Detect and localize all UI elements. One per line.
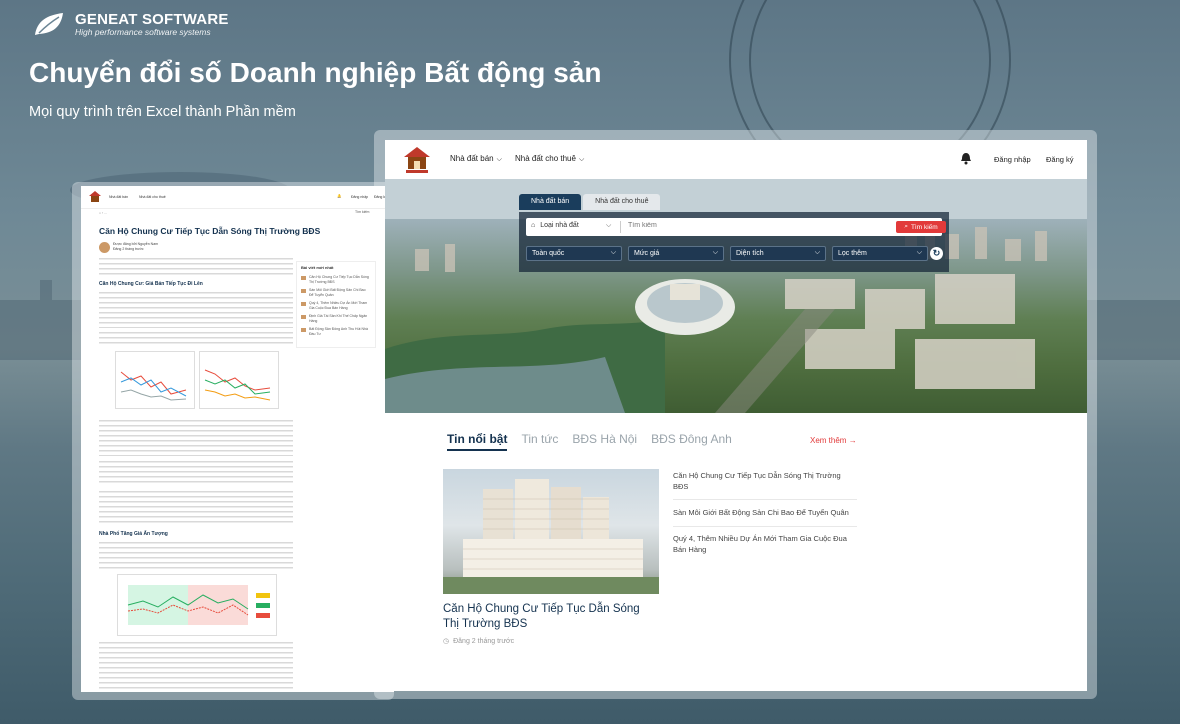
- search-tabs: Nhà đất bán Nhà đất cho thuê: [519, 194, 661, 210]
- home-icon: ⌂: [531, 222, 536, 229]
- latest-post-item[interactable]: Quý 4, Thêm Nhiều Dự Án Mới Tham Gia Cuộ…: [297, 299, 375, 312]
- latest-post-item[interactable]: Căn Hộ Chung Cư Tiếp Tục Dẫn Sóng Thị Tr…: [297, 273, 375, 286]
- brand-name: GENEAT SOFTWARE: [75, 10, 229, 28]
- latest-posts-panel: Bài viết mới nhất Căn Hộ Chung Cư Tiếp T…: [296, 261, 376, 348]
- chevron-down-icon: ⌵: [814, 249, 820, 256]
- article-screen: Nhà đất bán Nhà đất cho thuê 🔔 Đăng nhập…: [81, 186, 394, 692]
- article-chart-image: [115, 351, 195, 409]
- site-logo-icon: [89, 191, 101, 202]
- article-search-link[interactable]: Tìm kiếm: [355, 210, 369, 214]
- hero-title: Chuyển đổi số Doanh nghiệp Bất động sản: [29, 57, 602, 88]
- article-paragraph: [99, 292, 293, 328]
- side-news-item[interactable]: Sàn Môi Giới Bất Động Sản Chi Bao Để Tuy…: [673, 508, 857, 527]
- featured-news-image[interactable]: [443, 469, 659, 594]
- nav-rent-label: Nhà đất cho thuê: [515, 154, 576, 163]
- area-chart-thumbnail: [127, 585, 270, 625]
- search-button-label: Tìm kiếm: [910, 223, 938, 231]
- side-news-item[interactable]: Căn Hộ Chung Cư Tiếp Tục Dẫn Sóng Thị Tr…: [673, 471, 857, 500]
- filter-price-label: Mức giá: [634, 250, 660, 257]
- signup-link[interactable]: Đăng ký: [1046, 155, 1074, 164]
- latest-post-item[interactable]: Định Giá Tài Sản Khi Thế Chấp Ngân Hàng: [297, 312, 375, 325]
- property-type-label: Loại nhà đất: [540, 222, 579, 229]
- bell-icon[interactable]: 🔔: [337, 194, 341, 198]
- chevron-down-icon: ⌵: [916, 249, 922, 256]
- filter-price[interactable]: Mức giá ⌵: [628, 246, 724, 261]
- chevron-down-icon: ⌵: [578, 156, 585, 163]
- tab-rent[interactable]: Nhà đất cho thuê: [583, 194, 661, 210]
- article-paragraph: [99, 491, 293, 523]
- filter-location-label: Toàn quốc: [532, 250, 565, 257]
- featured-news-title[interactable]: Căn Hộ Chung Cư Tiếp Tục Dẫn Sóng Thị Tr…: [443, 602, 653, 632]
- article-login-link[interactable]: Đăng nhập: [351, 195, 368, 199]
- article-nav-sale[interactable]: Nhà đất bán: [109, 195, 128, 199]
- nav-sale-label: Nhà đất bán: [450, 154, 494, 163]
- tab-donganh[interactable]: BĐS Đông Anh: [651, 432, 732, 451]
- latest-post-item[interactable]: Sàn Môi Giới Bất Động Sản Chi Bao Để Tuy…: [297, 286, 375, 299]
- divider: [620, 221, 621, 233]
- article-paragraph: [99, 542, 293, 570]
- filter-more-label: Lọc thêm: [838, 250, 867, 257]
- chevron-down-icon: ⌵: [496, 156, 502, 163]
- homepage-screen: Nhà đất bán ⌵ Nhà đất cho thuê ⌵ Đăng nhập…: [385, 140, 1087, 691]
- search-icon: ⌕: [904, 223, 908, 230]
- featured-time-label: Đăng 2 tháng trước: [453, 637, 515, 645]
- clock-icon: ◷: [443, 638, 450, 645]
- tab-featured[interactable]: Tin nổi bật: [447, 432, 508, 451]
- featured-news-time: ◷ Đăng 2 tháng trước: [443, 637, 515, 646]
- house-logo-icon[interactable]: [402, 145, 432, 175]
- article-paragraph: [99, 642, 293, 690]
- article-heading-1: Căn Hộ Chung Cư: Giá Bán Tiếp Tục Đi Lên: [99, 281, 203, 287]
- article-chart-image: [117, 574, 277, 636]
- article-paragraph: [99, 420, 293, 456]
- article-nav-rent[interactable]: Nhà đất cho thuê: [139, 195, 166, 199]
- chevron-down-icon: ⌵: [712, 249, 718, 256]
- posted-time: Đăng 2 tháng trước: [113, 247, 144, 251]
- author-avatar: [99, 242, 110, 253]
- article-heading-2: Nhà Phố Tăng Giá Ấn Tượng: [99, 531, 168, 537]
- breadcrumb: ⌂ › …: [99, 211, 108, 215]
- search-input[interactable]: [628, 222, 888, 229]
- latest-post-item[interactable]: Bất Động Sản Đông Anh Thu Hút Nhà Đầu Tư: [297, 325, 375, 338]
- article-paragraph: [99, 258, 293, 276]
- article-navbar: Nhà đất bán Nhà đất cho thuê 🔔 Đăng nhập…: [81, 186, 394, 209]
- search-panel: ⌂ Loại nhà đất ⌵ ⌕ Tìm kiếm Toàn quốc ⌵ M…: [519, 212, 949, 272]
- filter-area-label: Diện tích: [736, 250, 764, 257]
- tab-hanoi[interactable]: BĐS Hà Nội: [572, 432, 637, 451]
- article-title: Căn Hộ Chung Cư Tiếp Tục Dẫn Sóng Thị Tr…: [99, 226, 321, 236]
- article-author: Được đăng bởi Nguyễn Nam Đăng 2 tháng tr…: [113, 242, 158, 252]
- filter-more[interactable]: Lọc thêm ⌵: [832, 246, 928, 261]
- nav-sale-menu[interactable]: Nhà đất bán ⌵: [450, 154, 502, 164]
- latest-posts-title: Bài viết mới nhất: [301, 265, 334, 270]
- article-chart-image: [199, 351, 279, 409]
- filter-location[interactable]: Toàn quốc ⌵: [526, 246, 622, 261]
- search-bar: ⌂ Loại nhà đất ⌵ ⌕ Tìm kiếm: [526, 218, 946, 236]
- leaf-logo-icon: [35, 13, 63, 35]
- view-more-label: Xem thêm: [810, 436, 847, 445]
- chevron-down-icon: ⌵: [610, 249, 616, 256]
- search-button[interactable]: ⌕ Tìm kiếm: [896, 221, 946, 233]
- login-link[interactable]: Đăng nhập: [994, 155, 1031, 164]
- brand-logo: GENEAT SOFTWARE High performance softwar…: [33, 11, 229, 37]
- news-tabs: Tin nổi bật Tin tức BĐS Hà Nội BĐS Đông …: [447, 432, 732, 451]
- article-paragraph: [99, 461, 293, 485]
- brand-tagline: High performance software systems: [75, 26, 211, 37]
- line-chart-thumbnail: [120, 371, 187, 401]
- view-more-link[interactable]: Xem thêm →: [810, 436, 857, 445]
- tab-news[interactable]: Tin tức: [521, 432, 558, 451]
- site-navbar: Nhà đất bán ⌵ Nhà đất cho thuê ⌵ Đăng nhập…: [385, 140, 1087, 179]
- nav-rent-menu[interactable]: Nhà đất cho thuê ⌵: [515, 154, 584, 164]
- hero-subtitle: Mọi quy trình trên Excel thành Phần mềm: [29, 104, 296, 120]
- chevron-down-icon: ⌵: [606, 222, 612, 229]
- filter-area[interactable]: Diện tích ⌵: [730, 246, 826, 261]
- property-type-select[interactable]: ⌂ Loại nhà đất: [531, 222, 579, 229]
- tab-sale[interactable]: Nhà đất bán: [519, 194, 582, 210]
- arrow-right-icon: →: [848, 436, 857, 445]
- bell-icon[interactable]: [960, 152, 972, 165]
- apartment-building-illustration: [443, 479, 659, 594]
- refresh-icon[interactable]: ↻: [930, 247, 943, 260]
- line-chart-thumbnail: [204, 369, 271, 401]
- side-news-item[interactable]: Quý 4, Thêm Nhiều Dự Án Mới Tham Gia Cuộ…: [673, 534, 857, 562]
- article-paragraph: [99, 332, 293, 346]
